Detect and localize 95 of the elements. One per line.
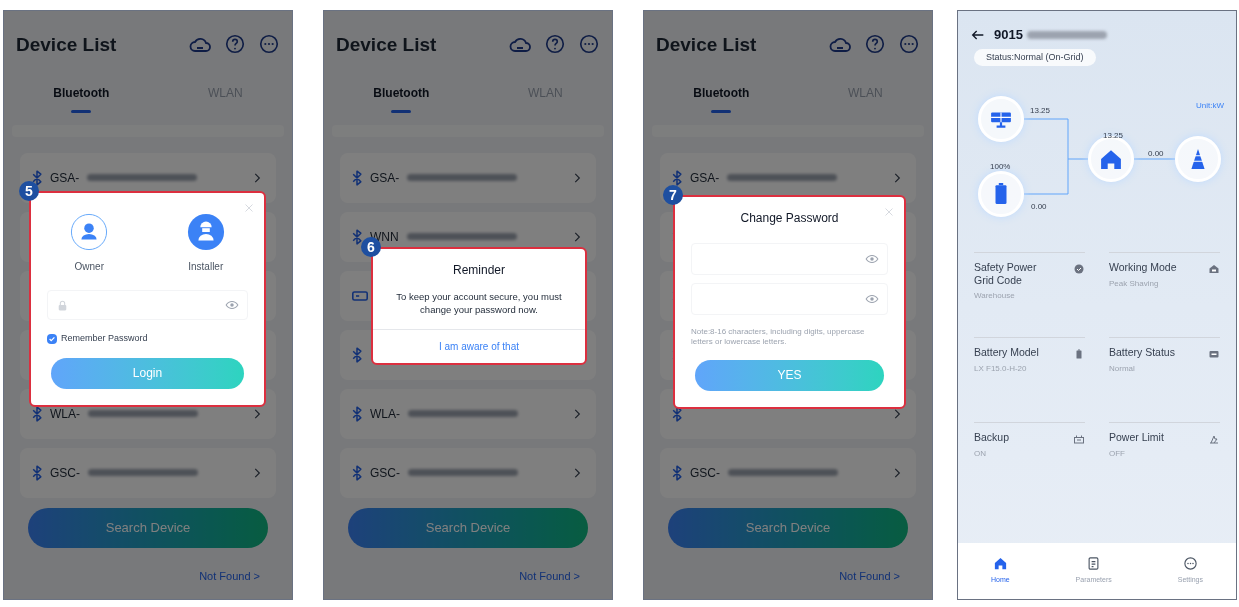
card-title: Safety Power Grid Code <box>974 261 1038 287</box>
battery-power-value: 0.00 <box>1031 201 1047 213</box>
eye-icon[interactable] <box>865 292 879 306</box>
device-row[interactable]: GSC- <box>660 447 916 498</box>
home-icon <box>992 556 1008 572</box>
step-badge: 7 <box>663 185 683 205</box>
search-device-button[interactable]: Search Device <box>348 507 588 548</box>
bluetooth-icon <box>672 169 682 186</box>
bluetooth-icon <box>352 405 362 422</box>
checkbox-label: Remember Password <box>61 332 148 345</box>
device-name: WLA- <box>370 405 400 423</box>
not-found-link[interactable]: Not Found > <box>839 567 900 584</box>
device-name: GSA- <box>50 169 80 187</box>
checkbox[interactable] <box>47 333 57 344</box>
device-name: WLA- <box>50 405 80 423</box>
password-field[interactable] <box>691 283 888 315</box>
battery-soc-value: 100% <box>990 161 1011 173</box>
device-name: GSC- <box>690 464 720 482</box>
status-pill: Status:Normal (On-Grid) <box>974 48 1096 66</box>
backup-icon <box>1073 433 1085 445</box>
card-value: Warehouse <box>974 290 1016 303</box>
password-note: Note:8-16 characters, including digits, uppercase letters or lowercase letters. <box>691 327 866 348</box>
pv-power-value: 13.25 <box>1030 105 1051 117</box>
more-icon <box>1182 556 1198 572</box>
search-device-button[interactable]: Search Device <box>668 507 908 548</box>
bluetooth-icon <box>352 464 362 481</box>
not-found-link[interactable]: Not Found > <box>519 567 580 584</box>
not-found-link[interactable]: Not Found > <box>199 567 260 584</box>
device-row[interactable]: GSC- <box>340 447 596 498</box>
bluetooth-icon <box>32 464 42 481</box>
lock-icon <box>56 298 69 312</box>
device-name: GSC- <box>370 464 400 482</box>
tab[interactable]: Bluetooth <box>361 83 442 113</box>
bluetooth-icon <box>352 346 362 363</box>
card-title: Backup <box>974 431 1011 444</box>
password-field[interactable] <box>691 243 888 275</box>
screen-title: Device List <box>336 33 437 57</box>
load-power-value: 13.25 <box>1103 130 1124 142</box>
tab[interactable]: Bluetooth <box>41 83 122 113</box>
info-card[interactable]: Power Limit OFF <box>1109 422 1220 507</box>
more-icon[interactable] <box>258 33 280 56</box>
document-icon <box>1086 556 1102 572</box>
help-icon[interactable] <box>544 33 566 56</box>
card-title: Working Mode <box>1109 261 1178 274</box>
help-icon[interactable] <box>224 33 246 56</box>
bluetooth-icon <box>32 405 42 422</box>
help-icon[interactable] <box>864 33 886 56</box>
more-icon[interactable] <box>898 33 920 56</box>
info-card[interactable]: Battery Status Normal <box>1109 337 1220 422</box>
bluetooth-icon <box>352 169 362 186</box>
house-icon <box>1100 148 1122 170</box>
card-value: Normal <box>1109 362 1136 375</box>
more-icon[interactable] <box>578 33 600 56</box>
power-limit-icon <box>1208 433 1220 445</box>
screen-title: Device List <box>16 33 117 57</box>
device-row[interactable]: GSA- <box>340 152 596 203</box>
screen-title: Device List <box>656 33 757 57</box>
info-card[interactable]: Working Mode Peak Shaving <box>1109 252 1220 337</box>
shield-icon <box>1073 263 1085 275</box>
device-row[interactable]: WLA- <box>340 388 596 439</box>
card-title: Battery Status <box>1109 346 1176 359</box>
tab[interactable]: Bluetooth <box>681 83 762 113</box>
dialog-title: Change Password <box>739 210 840 227</box>
device-row[interactable]: GSC- <box>20 447 276 498</box>
router-icon <box>352 290 368 301</box>
device-id: 9015 <box>994 26 1023 44</box>
house-icon <box>1208 263 1220 275</box>
card-value: Peak Shaving <box>1109 277 1160 290</box>
card-value: ON <box>974 447 987 460</box>
role-option[interactable]: Owner <box>70 213 109 274</box>
eye-icon[interactable] <box>865 252 879 266</box>
search-device-button[interactable]: Search Device <box>28 507 268 548</box>
dialog-title: Reminder <box>452 262 506 279</box>
acknowledge-button[interactable]: I am aware of that <box>438 338 519 354</box>
info-card[interactable]: Backup ON <box>974 422 1085 507</box>
eye-icon[interactable] <box>225 298 239 312</box>
bluetooth-icon <box>672 464 682 481</box>
card-value: OFF <box>1109 447 1126 460</box>
info-card[interactable]: Battery Model LX F15.0-H-20 <box>974 337 1085 422</box>
role-option[interactable]: Installer <box>186 213 225 274</box>
device-name: GSA- <box>370 169 400 187</box>
unit-label: Unit:kW <box>1196 100 1224 112</box>
device-name: GSA- <box>690 169 720 187</box>
password-field[interactable] <box>47 290 248 320</box>
device-name: GSC- <box>50 464 80 482</box>
card-title: Power Limit <box>1109 431 1165 444</box>
dialog-message: To keep your account secure, you must change your password now. <box>395 291 563 317</box>
step-badge: 5 <box>19 181 39 201</box>
card-title: Battery Model <box>974 346 1040 359</box>
bluetooth-icon <box>352 228 362 245</box>
battery-status-icon <box>1208 348 1220 360</box>
info-card[interactable]: Safety Power Grid Code Warehouse <box>974 252 1085 337</box>
card-value: LX F15.0-H-20 <box>974 362 1028 375</box>
bluetooth-icon <box>32 169 42 186</box>
grid-power-value: 0.00 <box>1148 148 1164 160</box>
